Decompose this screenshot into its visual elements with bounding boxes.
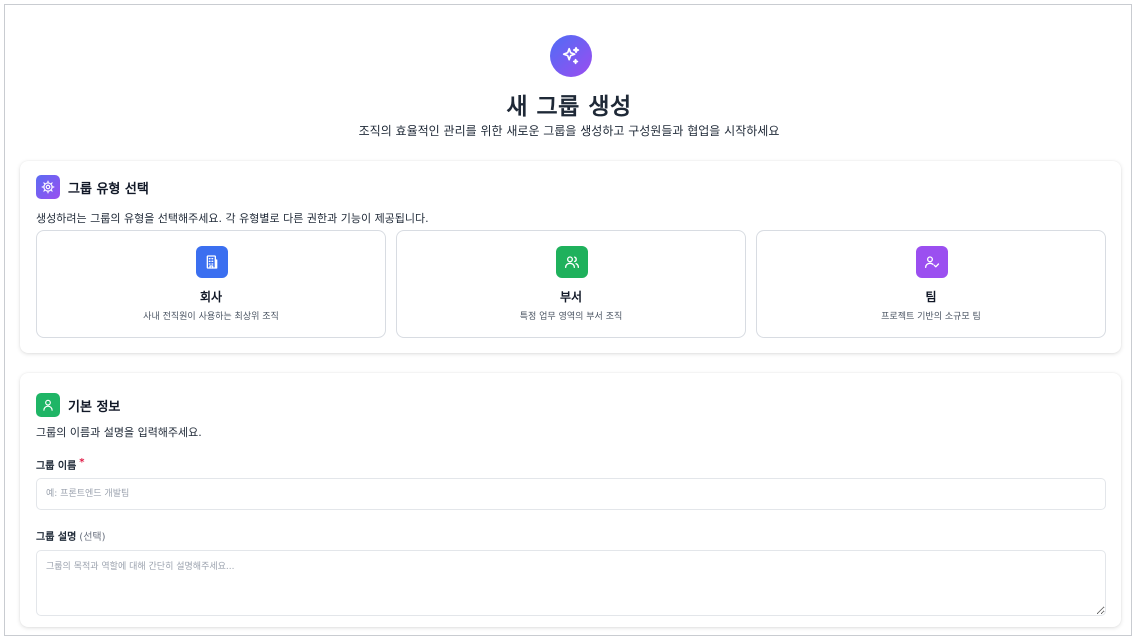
group-name-label: 그룹 이름 *	[36, 457, 85, 472]
type-option-name: 부서	[559, 290, 583, 304]
group-desc-label: 그룹 설명 (선택)	[36, 528, 106, 543]
basic-info-description: 그룹의 이름과 설명을 입력해주세요.	[36, 426, 202, 439]
app-window: 새 그룹 생성 조직의 효율적인 관리를 위한 새로운 그룹을 생성하고 구성원…	[4, 4, 1132, 636]
page-subtitle: 조직의 효율적인 관리를 위한 새로운 그룹을 생성하고 구성원들과 협업을 시…	[358, 124, 780, 138]
user-check-icon	[916, 246, 948, 278]
type-option-desc: 특정 업무 영역의 부서 조직	[519, 312, 623, 322]
type-option-team[interactable]: 팀 프로젝트 기반의 소규모 팀	[756, 230, 1106, 338]
basic-info-header: 기본 정보	[36, 393, 120, 417]
group-name-input[interactable]	[36, 478, 1106, 510]
building-icon	[196, 246, 228, 278]
group-type-card: 그룹 유형 선택 생성하려는 그룹의 유형을 선택해주세요. 각 유형별로 다른…	[20, 161, 1121, 353]
group-type-description: 생성하려는 그룹의 유형을 선택해주세요. 각 유형별로 다른 권한과 기능이 …	[36, 212, 429, 225]
type-option-desc: 프로젝트 기반의 소규모 팀	[881, 312, 981, 322]
basic-info-title: 기본 정보	[68, 399, 121, 415]
page-title: 새 그룹 생성	[506, 94, 632, 120]
users-icon	[556, 246, 588, 278]
basic-info-card: 기본 정보 그룹의 이름과 설명을 입력해주세요. 그룹 이름 * 그룹 설명 …	[20, 373, 1121, 627]
group-desc-label-text: 그룹 설명	[36, 532, 77, 543]
group-name-label-text: 그룹 이름	[36, 461, 77, 472]
optional-mark: (선택)	[79, 532, 106, 543]
type-option-department[interactable]: 부서 특정 업무 영역의 부서 조직	[396, 230, 746, 338]
sparkles-icon	[550, 35, 592, 77]
type-option-company[interactable]: 회사 사내 전직원이 사용하는 최상위 조직	[36, 230, 386, 338]
group-desc-textarea[interactable]	[36, 550, 1106, 616]
group-type-title: 그룹 유형 선택	[68, 181, 149, 197]
gear-icon	[36, 175, 60, 199]
type-option-name: 팀	[925, 290, 937, 304]
required-mark: *	[79, 457, 85, 468]
group-type-header: 그룹 유형 선택	[36, 175, 149, 199]
type-option-desc: 사내 전직원이 사용하는 최상위 조직	[143, 312, 279, 322]
type-option-name: 회사	[199, 290, 223, 304]
user-icon	[36, 393, 60, 417]
